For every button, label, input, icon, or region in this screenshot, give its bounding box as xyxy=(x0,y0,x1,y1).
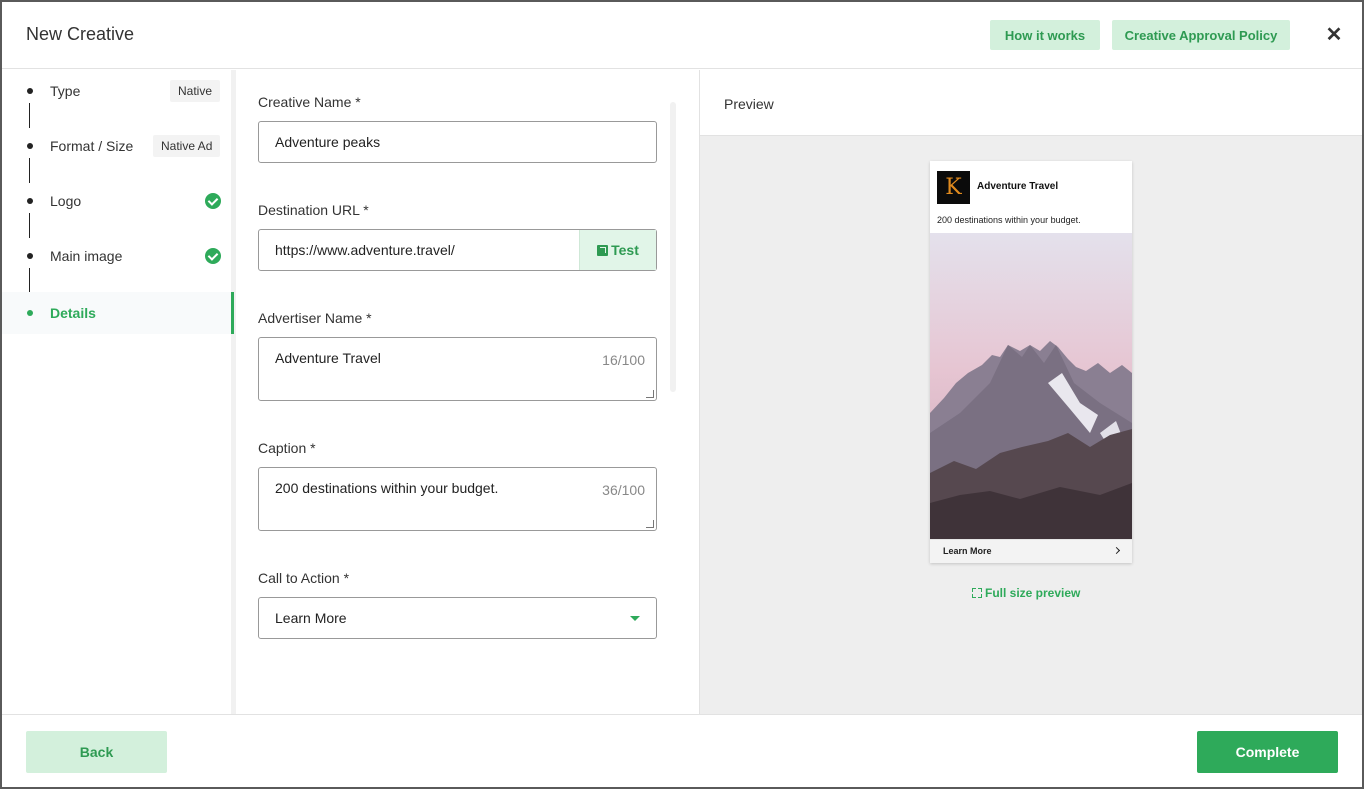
step-logo[interactable]: Logo xyxy=(2,180,234,238)
caption-value: 200 destinations within your budget. xyxy=(275,480,499,496)
caption-label: Caption * xyxy=(258,440,316,456)
preview-title: Preview xyxy=(724,96,774,112)
preview-advertiser-name: Adventure Travel xyxy=(977,181,1059,192)
steps-sidebar: Type Native Format / Size Native Ad Logo… xyxy=(2,70,236,714)
call-to-action-select[interactable]: Learn More xyxy=(258,597,657,639)
close-icon[interactable]: ✕ xyxy=(1324,24,1344,46)
native-ad-preview-card: K Adventure Travel 200 destinations with… xyxy=(930,161,1132,563)
modal-header: New Creative How it works Creative Appro… xyxy=(2,2,1362,69)
modal-title: New Creative xyxy=(26,24,135,44)
creative-approval-policy-button[interactable]: Creative Approval Policy xyxy=(1112,20,1290,50)
call-to-action-value: Learn More xyxy=(275,610,347,626)
destination-url-label: Destination URL * xyxy=(258,202,369,218)
step-label: Main image xyxy=(50,248,123,264)
advertiser-name-textarea[interactable]: Adventure Travel 16/100 xyxy=(258,337,657,401)
step-dot-icon xyxy=(27,310,33,316)
advertiser-name-label: Advertiser Name * xyxy=(258,310,372,326)
how-it-works-button[interactable]: How it works xyxy=(990,20,1100,50)
preview-panel: Preview K Adventure Travel 200 destinati… xyxy=(699,70,1362,714)
step-label: Details xyxy=(50,305,96,321)
main-image xyxy=(930,233,1132,539)
check-circle-icon xyxy=(205,248,221,264)
resize-grip-icon[interactable] xyxy=(646,520,654,528)
step-dot-icon xyxy=(27,143,33,149)
creative-name-label: Creative Name * xyxy=(258,94,361,110)
caption-textarea[interactable]: 200 destinations within your budget. 36/… xyxy=(258,467,657,531)
check-circle-icon xyxy=(205,193,221,209)
chevron-right-icon xyxy=(1112,546,1121,555)
form-scrollbar[interactable] xyxy=(670,102,676,392)
step-badge: Native Ad xyxy=(153,135,221,157)
details-form: Creative Name * Adventure peaks Destinat… xyxy=(258,70,678,714)
step-connector xyxy=(29,268,30,293)
expand-icon xyxy=(972,588,982,598)
step-type[interactable]: Type Native xyxy=(2,70,234,128)
call-to-action-label: Call to Action * xyxy=(258,570,350,586)
preview-cta-label: Learn More xyxy=(943,546,992,556)
step-label: Logo xyxy=(50,193,82,209)
step-badge: Native xyxy=(170,80,221,102)
step-main-image[interactable]: Main image xyxy=(2,235,234,293)
external-link-icon xyxy=(597,244,609,256)
back-button[interactable]: Back xyxy=(26,731,167,773)
creative-name-input[interactable]: Adventure peaks xyxy=(258,121,657,163)
step-label: Type xyxy=(50,83,81,99)
step-label: Format / Size xyxy=(50,138,134,154)
destination-url-value: https://www.adventure.travel/ xyxy=(275,242,455,258)
modal-footer: Back Complete xyxy=(2,714,1362,787)
caption-char-counter: 36/100 xyxy=(602,482,645,498)
step-details[interactable]: Details xyxy=(2,292,234,334)
test-url-button[interactable]: Test xyxy=(579,230,656,270)
resize-grip-icon[interactable] xyxy=(646,390,654,398)
advertiser-name-value: Adventure Travel xyxy=(275,350,381,366)
preview-header: Preview xyxy=(700,70,1362,136)
complete-button[interactable]: Complete xyxy=(1197,731,1338,773)
destination-url-input[interactable]: https://www.adventure.travel/ Test xyxy=(258,229,657,271)
new-creative-modal: New Creative How it works Creative Appro… xyxy=(2,2,1362,787)
step-dot-icon xyxy=(27,88,33,94)
caret-down-icon xyxy=(630,616,640,621)
step-dot-icon xyxy=(27,198,33,204)
test-button-label: Test xyxy=(611,242,639,258)
full-size-preview-label: Full size preview xyxy=(985,586,1081,600)
advertiser-char-counter: 16/100 xyxy=(602,352,645,368)
advertiser-logo: K xyxy=(937,171,970,204)
preview-caption: 200 destinations within your budget. xyxy=(937,215,1081,225)
full-size-preview-link[interactable]: Full size preview xyxy=(972,586,1080,600)
step-format-size[interactable]: Format / Size Native Ad xyxy=(2,125,234,183)
active-step-indicator xyxy=(231,292,234,334)
preview-cta-bar: Learn More xyxy=(930,539,1132,563)
step-dot-icon xyxy=(27,253,33,259)
